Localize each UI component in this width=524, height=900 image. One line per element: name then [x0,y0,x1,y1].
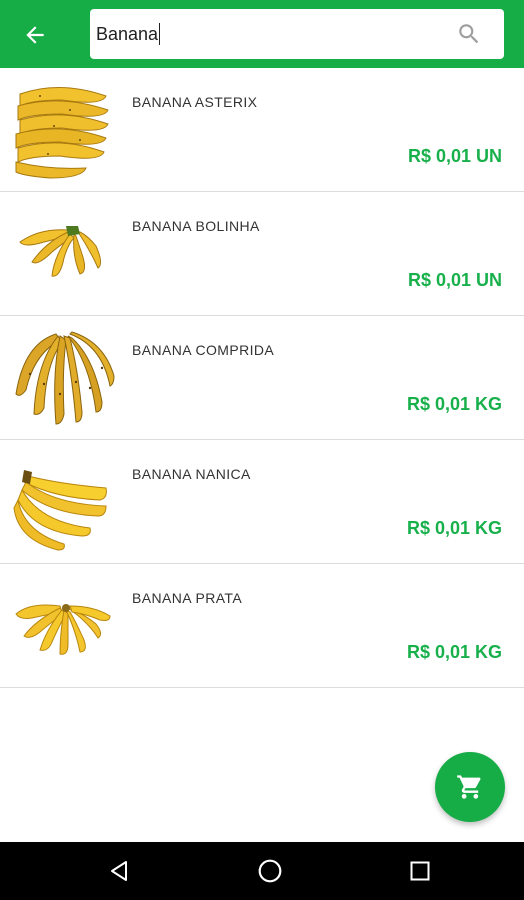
cart-button[interactable] [435,752,505,822]
back-button[interactable] [12,12,58,58]
product-name: BANANA ASTERIX [132,94,258,110]
search-screen: Banana BANANA ASTERIX R$ 0,01 UN BANANA … [0,0,524,900]
nav-back-button[interactable] [102,854,136,888]
banana-comprida-image [15,331,115,425]
product-name: BANANA BOLINHA [132,218,260,234]
product-name: BANANA COMPRIDA [132,342,275,358]
nav-recents-button[interactable] [403,854,437,888]
product-price: R$ 0,01 KG [406,394,502,414]
product-list: BANANA ASTERIX R$ 0,01 UN BANANA BOLINHA… [0,68,524,688]
text-caret [159,23,161,45]
banana-nanica-image [13,470,107,551]
search-box[interactable]: Banana [90,9,504,59]
circle-home-icon [258,859,282,883]
product-price: R$ 0,01 UN [407,270,502,290]
triangle-back-icon [111,861,127,881]
search-input[interactable]: Banana [96,23,161,45]
product-price: R$ 0,01 KG [406,642,502,662]
product-row-banana-prata[interactable]: BANANA PRATA R$ 0,01 KG [0,564,524,688]
product-price: R$ 0,01 KG [406,518,502,538]
nav-home-button[interactable] [253,854,287,888]
product-row-banana-comprida[interactable]: BANANA COMPRIDA R$ 0,01 KG [0,316,524,440]
banana-prata-image [15,604,111,655]
product-price: R$ 0,01 UN [407,146,502,166]
app-bar: Banana [0,0,524,68]
arrow-left-icon [26,26,44,44]
product-name: BANANA NANICA [132,466,251,482]
search-input-value: Banana [96,24,159,44]
search-icon[interactable] [456,21,482,47]
system-nav-bar [0,842,524,900]
product-name: BANANA PRATA [132,590,243,606]
product-row-banana-bolinha[interactable]: BANANA BOLINHA R$ 0,01 UN [0,192,524,316]
shopping-cart-icon [457,775,481,799]
product-row-banana-nanica[interactable]: BANANA NANICA R$ 0,01 KG [0,440,524,564]
square-recents-icon [410,861,430,881]
banana-bolinha-image [19,226,102,277]
product-row-banana-asterix[interactable]: BANANA ASTERIX R$ 0,01 UN [0,68,524,192]
banana-asterix-image [15,87,109,179]
